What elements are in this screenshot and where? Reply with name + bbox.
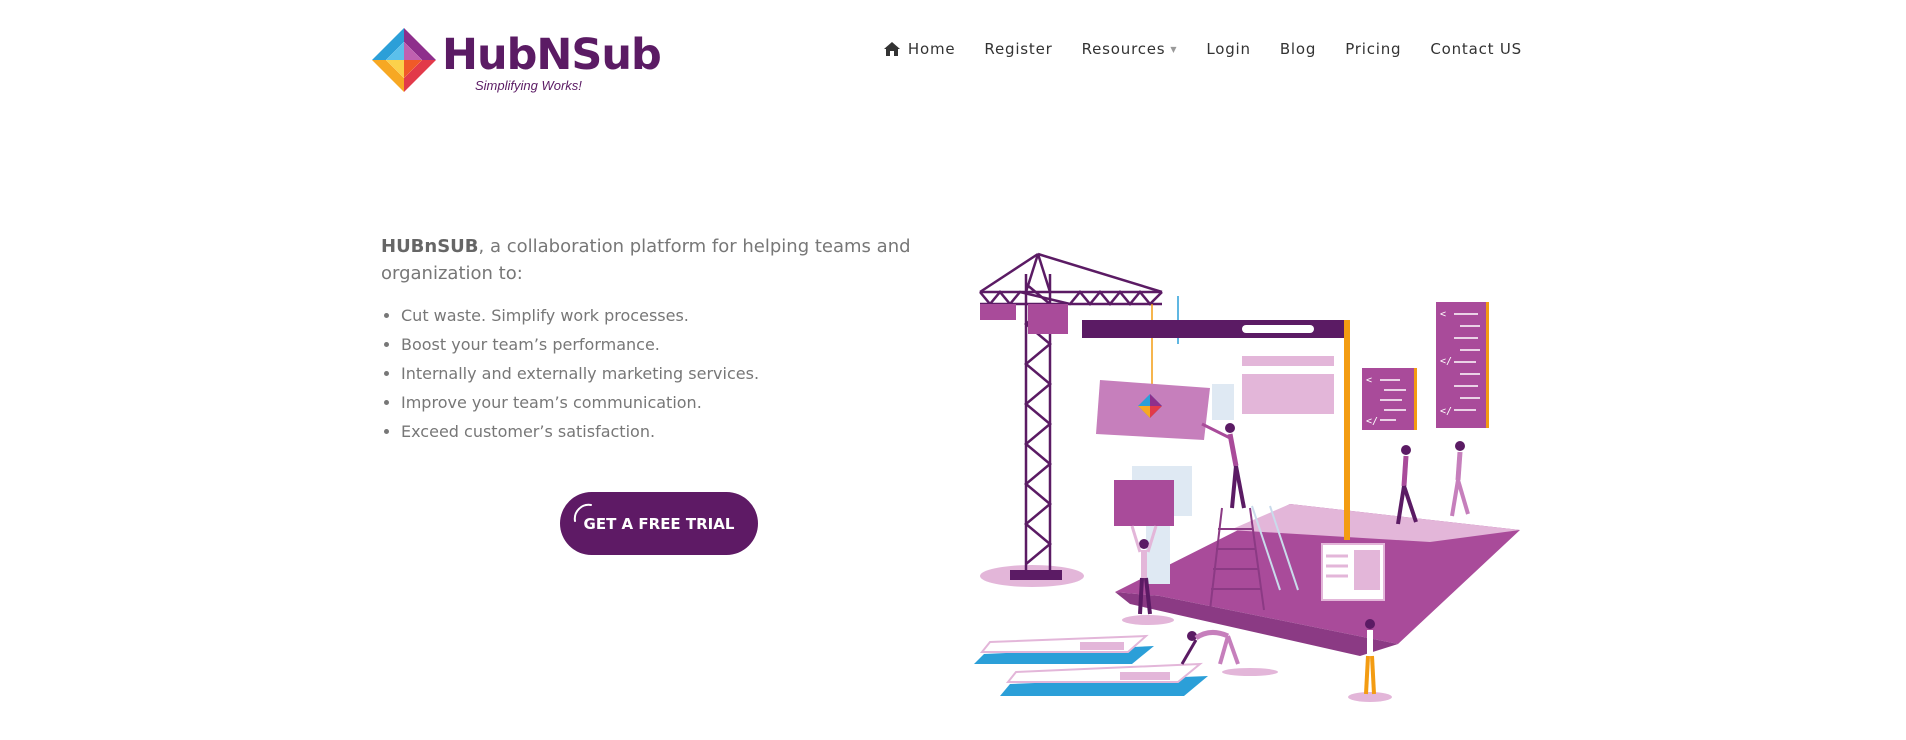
nav-pricing-label: Pricing xyxy=(1345,40,1402,58)
svg-text:</: </ xyxy=(1440,356,1452,367)
nav-login-label: Login xyxy=(1206,40,1251,58)
svg-text:</: </ xyxy=(1366,416,1378,427)
main-nav: Home Register Resources ▼ Login Blog Pri… xyxy=(883,40,1522,58)
feature-item: Improve your team’s communication. xyxy=(401,388,941,417)
feature-item: Boost your team’s performance. xyxy=(401,330,941,359)
brand-logo[interactable]: HubNSub Simplifying Works! xyxy=(370,24,662,96)
feature-item: Exceed customer’s satisfaction. xyxy=(401,417,941,446)
feature-list: Cut waste. Simplify work processes. Boos… xyxy=(381,301,941,446)
svg-text:<: < xyxy=(1366,375,1372,386)
nav-pricing[interactable]: Pricing xyxy=(1345,40,1401,58)
home-icon xyxy=(883,42,900,56)
free-trial-label: GET A FREE TRIAL xyxy=(583,514,735,533)
nav-contact[interactable]: Contact US xyxy=(1430,40,1522,58)
nav-blog-label: Blog xyxy=(1279,40,1317,58)
svg-text:</: </ xyxy=(1440,406,1452,417)
hero-intro: HUBnSUB, a collaboration platform for he… xyxy=(381,233,941,287)
nav-home-label: Home xyxy=(907,40,956,58)
hero-text: HUBnSUB, a collaboration platform for he… xyxy=(381,233,941,446)
nav-contact-label: Contact US xyxy=(1430,40,1522,58)
nav-login[interactable]: Login xyxy=(1206,40,1250,58)
nav-resources-label: Resources xyxy=(1081,40,1166,58)
nav-resources[interactable]: Resources ▼ xyxy=(1082,40,1178,58)
nav-register-label: Register xyxy=(984,40,1053,58)
nav-register[interactable]: Register xyxy=(984,40,1052,58)
brand-tagline: Simplifying Works! xyxy=(475,78,582,93)
brand-name: HubNSub xyxy=(442,30,662,80)
caret-down-icon: ▼ xyxy=(1170,44,1178,54)
feature-item: Cut waste. Simplify work processes. xyxy=(401,301,941,330)
free-trial-button[interactable]: GET A FREE TRIAL xyxy=(560,492,758,555)
feature-item: Internally and externally marketing serv… xyxy=(401,359,941,388)
nav-blog[interactable]: Blog xyxy=(1280,40,1316,58)
svg-text:<: < xyxy=(1440,309,1446,320)
spinner-arc-icon xyxy=(573,503,592,522)
team-building-illustration: < </ < </ </ xyxy=(974,252,1520,702)
hero-brand: HUBnSUB xyxy=(381,236,479,257)
hubnsub-logo-icon xyxy=(372,28,436,92)
nav-home[interactable]: Home xyxy=(883,40,956,58)
